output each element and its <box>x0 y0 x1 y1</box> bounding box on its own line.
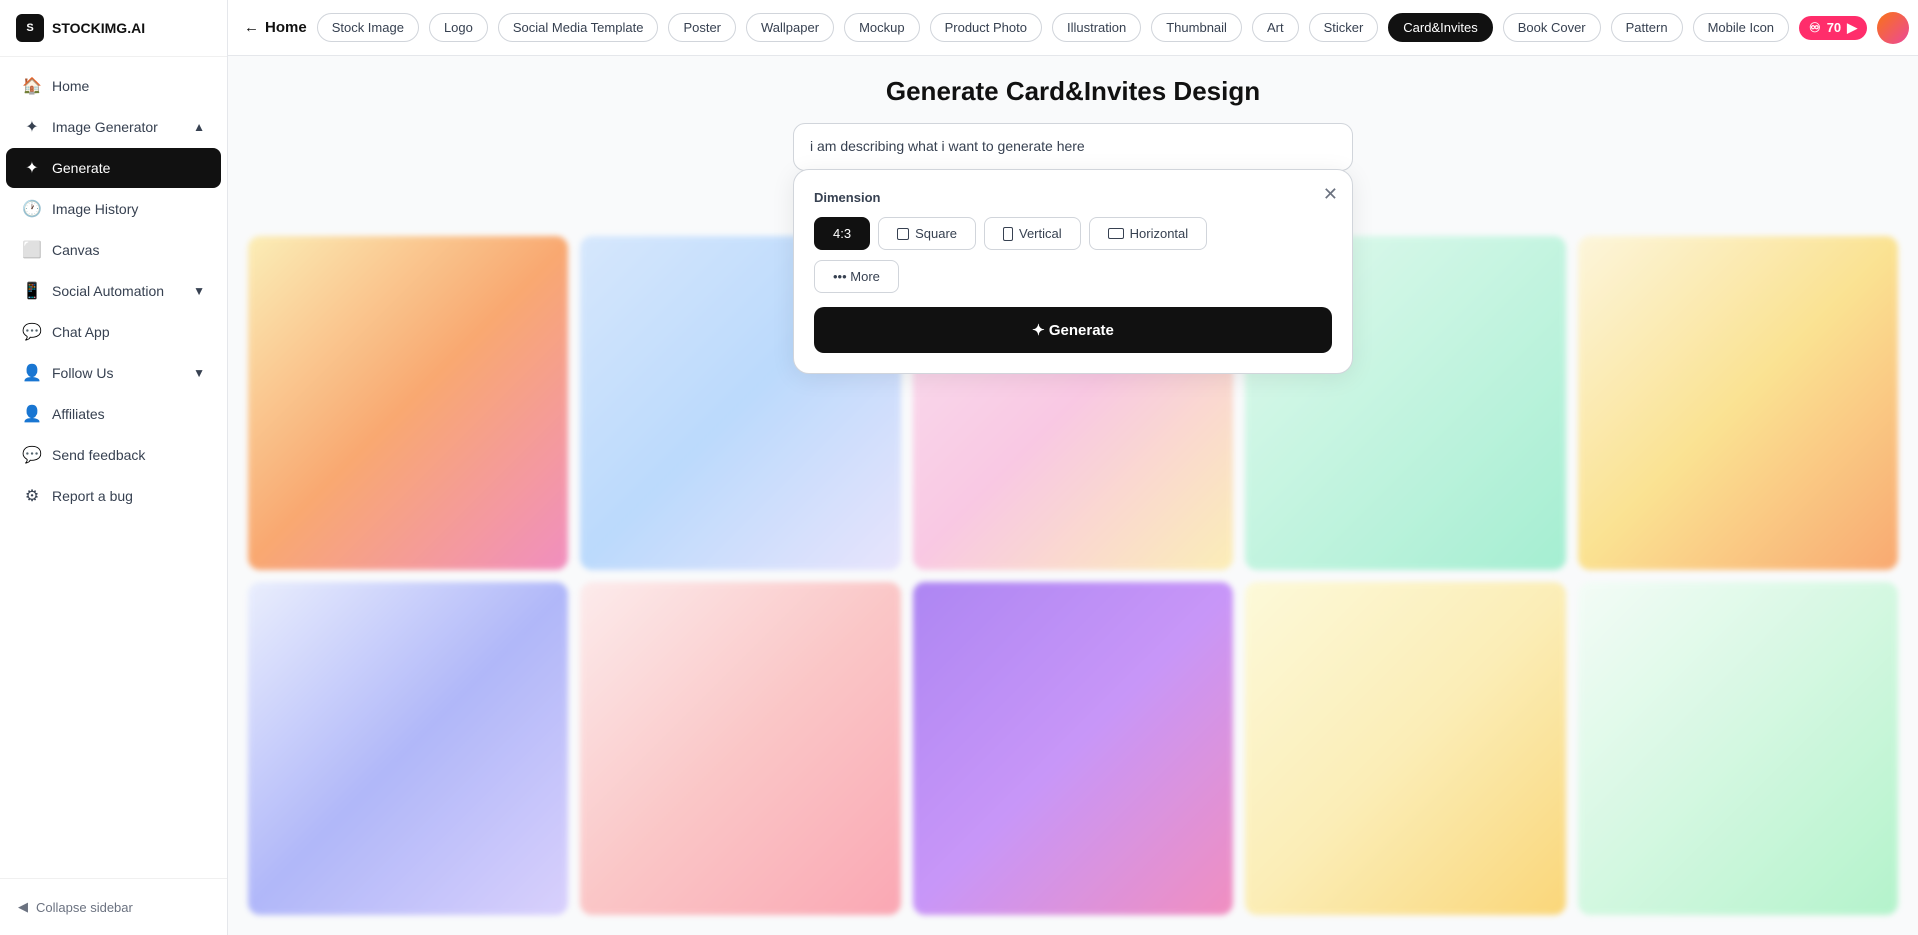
vertical-icon <box>1003 227 1013 241</box>
sidebar-item-label: Image Generator <box>52 119 158 135</box>
generate-icon: ✦ <box>22 158 42 178</box>
category-wallpaper[interactable]: Wallpaper <box>746 13 834 42</box>
canvas-icon: ⬜ <box>22 240 42 260</box>
chevron-down-icon: ▼ <box>193 366 205 380</box>
category-social-media-template[interactable]: Social Media Template <box>498 13 659 42</box>
sidebar-item-label: Affiliates <box>52 406 105 422</box>
category-sticker[interactable]: Sticker <box>1309 13 1379 42</box>
home-icon: 🏠 <box>22 76 42 96</box>
sidebar-item-image-generator[interactable]: ✦ Image Generator ▲ <box>6 107 221 147</box>
history-icon: 🕐 <box>22 199 42 219</box>
category-illustration[interactable]: Illustration <box>1052 13 1141 42</box>
sidebar-item-label: Home <box>52 78 89 94</box>
category-mobile-icon[interactable]: Mobile Icon <box>1693 13 1789 42</box>
sidebar-item-canvas[interactable]: ⬜ Canvas <box>6 230 221 270</box>
dimension-options: 4:3 Square Vertical Horizontal <box>814 217 1332 250</box>
chevron-down-icon: ▼ <box>193 284 205 298</box>
sidebar-item-chat-app[interactable]: 💬 Chat App <box>6 312 221 352</box>
sidebar-item-label: Image History <box>52 201 138 217</box>
gallery-card <box>580 582 900 916</box>
collapse-icon: ◀ <box>18 899 28 915</box>
chat-icon: 💬 <box>22 322 42 342</box>
sidebar-item-social-automation[interactable]: 📱 Social Automation ▼ <box>6 271 221 311</box>
credits-badge: ♾ 70 ▶ <box>1799 16 1867 40</box>
sidebar-item-image-history[interactable]: 🕐 Image History <box>6 189 221 229</box>
category-product-photo[interactable]: Product Photo <box>930 13 1042 42</box>
gallery-card <box>248 582 568 916</box>
sidebar-item-affiliates[interactable]: 👤 Affiliates <box>6 394 221 434</box>
sidebar-nav: 🏠 Home ✦ Image Generator ▲ ✦ Generate 🕐 … <box>0 57 227 878</box>
sidebar-item-home[interactable]: 🏠 Home <box>6 66 221 106</box>
gallery-card <box>1245 582 1565 916</box>
topbar: ← Home Stock Image Logo Social Media Tem… <box>228 0 1918 56</box>
logo-icon: S <box>16 14 44 42</box>
sidebar-item-label: Send feedback <box>52 447 145 463</box>
sidebar: S STOCKIMG.AI 🏠 Home ✦ Image Generator ▲… <box>0 0 228 935</box>
horizontal-icon <box>1108 228 1124 239</box>
back-button[interactable]: ← Home <box>244 19 307 36</box>
generate-container: Generate Card&Invites Design ✕ Dimension… <box>228 56 1918 374</box>
sidebar-item-report-bug[interactable]: ⚙ Report a bug <box>6 476 221 516</box>
collapse-sidebar-button[interactable]: ◀ Collapse sidebar <box>6 891 221 923</box>
category-stock-image[interactable]: Stock Image <box>317 13 419 42</box>
feedback-icon: 💬 <box>22 445 42 465</box>
category-mockup[interactable]: Mockup <box>844 13 920 42</box>
dimension-square-button[interactable]: Square <box>878 217 976 250</box>
sidebar-item-label: Generate <box>52 160 110 176</box>
main-content: ← Home Stock Image Logo Social Media Tem… <box>228 0 1918 935</box>
content-area: Generate Card&Invites Design ✕ Dimension… <box>228 56 1918 935</box>
sidebar-item-label: Chat App <box>52 324 110 340</box>
sidebar-item-label: Social Automation <box>52 283 164 299</box>
page-title: Generate Card&Invites Design <box>886 76 1260 107</box>
topbar-right: ♾ 70 ▶ <box>1799 12 1909 44</box>
dimension-vertical-button[interactable]: Vertical <box>984 217 1081 250</box>
sidebar-item-label: Follow Us <box>52 365 113 381</box>
social-icon: 📱 <box>22 281 42 301</box>
modal-close-button[interactable]: ✕ <box>1323 184 1338 205</box>
dimension-horizontal-button[interactable]: Horizontal <box>1089 217 1208 250</box>
follow-icon: 👤 <box>22 363 42 383</box>
sidebar-footer: ◀ Collapse sidebar <box>0 878 227 935</box>
prompt-input-wrapper[interactable] <box>793 123 1353 171</box>
chevron-up-icon: ▲ <box>193 120 205 134</box>
bug-icon: ⚙ <box>22 486 42 506</box>
sidebar-item-follow-us[interactable]: 👤 Follow Us ▼ <box>6 353 221 393</box>
dimension-4-3-button[interactable]: 4:3 <box>814 217 870 250</box>
collapse-label: Collapse sidebar <box>36 900 133 915</box>
category-book-cover[interactable]: Book Cover <box>1503 13 1601 42</box>
back-arrow-icon: ← <box>244 19 259 36</box>
dimension-label: Dimension <box>814 190 1332 205</box>
sidebar-item-generate[interactable]: ✦ Generate <box>6 148 221 188</box>
logo-area: S STOCKIMG.AI <box>0 0 227 57</box>
category-poster[interactable]: Poster <box>668 13 736 42</box>
prompt-input[interactable] <box>810 138 1336 154</box>
category-pattern[interactable]: Pattern <box>1611 13 1683 42</box>
back-label: Home <box>265 19 307 36</box>
square-icon <box>897 228 909 240</box>
category-thumbnail[interactable]: Thumbnail <box>1151 13 1242 42</box>
category-art[interactable]: Art <box>1252 13 1299 42</box>
category-logo[interactable]: Logo <box>429 13 488 42</box>
affiliates-icon: 👤 <box>22 404 42 424</box>
brand-name: STOCKIMG.AI <box>52 20 145 36</box>
gallery-card <box>913 582 1233 916</box>
sidebar-item-send-feedback[interactable]: 💬 Send feedback <box>6 435 221 475</box>
image-generator-icon: ✦ <box>22 117 42 137</box>
sidebar-item-label: Canvas <box>52 242 99 258</box>
sidebar-item-label: Report a bug <box>52 488 133 504</box>
user-avatar[interactable] <box>1877 12 1909 44</box>
infinity-icon: ♾ <box>1809 20 1821 36</box>
generate-modal: ✕ Dimension 4:3 Square Vertical <box>793 169 1353 374</box>
generate-button[interactable]: ✦ Generate <box>814 307 1332 353</box>
category-card-invites[interactable]: Card&Invites <box>1388 13 1492 42</box>
credits-count: 70 <box>1827 20 1841 35</box>
gallery-card <box>1578 582 1898 916</box>
youtube-icon: ▶ <box>1847 20 1857 36</box>
more-dimensions-button[interactable]: ••• More <box>814 260 899 293</box>
